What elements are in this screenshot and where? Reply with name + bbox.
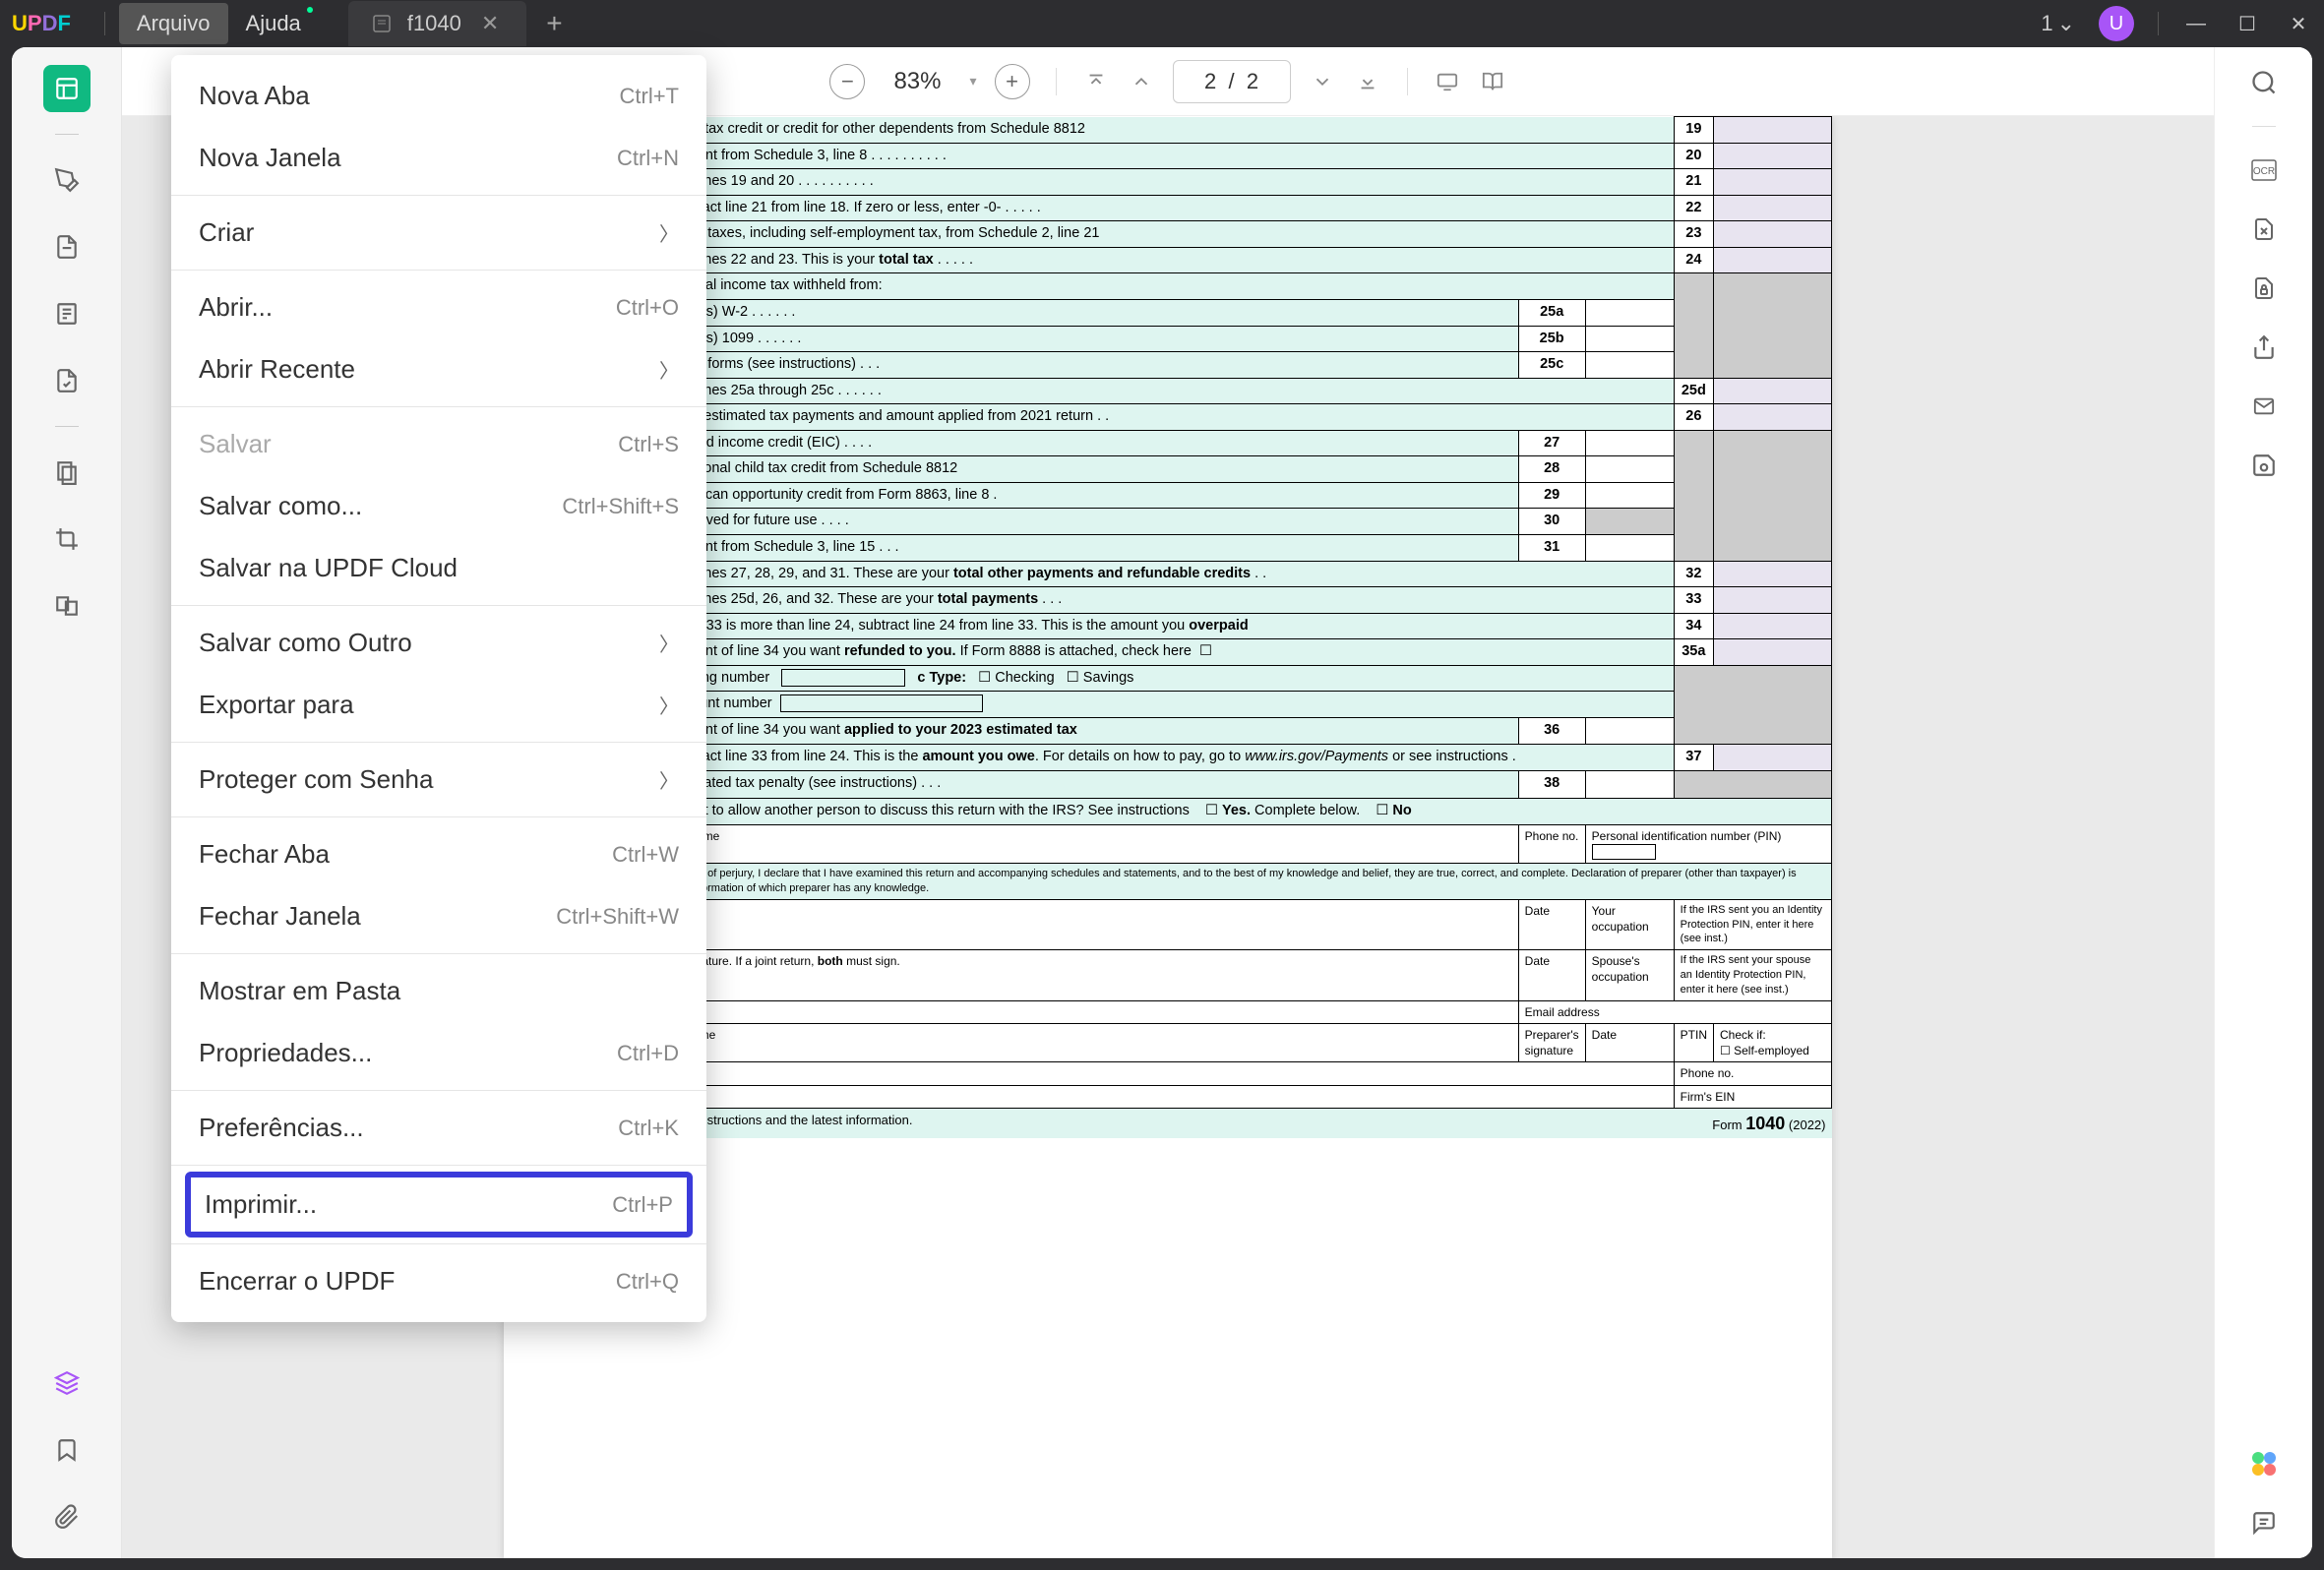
document-tab[interactable]: f1040 ✕ [348, 1, 527, 46]
menu-save-cloud[interactable]: Salvar na UPDF Cloud [171, 537, 706, 599]
right-sidebar: OCR [2214, 47, 2312, 1558]
chevron-right-icon: 〉 [659, 629, 679, 657]
divider [55, 134, 79, 135]
prev-page-icon[interactable] [1128, 68, 1155, 95]
separator [1407, 68, 1408, 95]
app-logo: UPDF [12, 11, 71, 36]
window-controls: 1 ⌄ U — ☐ ✕ [2041, 6, 2312, 41]
next-page-icon[interactable] [1309, 68, 1336, 95]
menu-separator [171, 742, 706, 743]
menu-save-other[interactable]: Salvar como Outro〉 [171, 612, 706, 674]
organize-tool[interactable] [43, 449, 91, 496]
layers-icon[interactable] [43, 1359, 91, 1407]
last-page-icon[interactable] [1354, 68, 1381, 95]
menu-show-folder[interactable]: Mostrar em Pasta [171, 960, 706, 1022]
chevron-down-icon: ⌄ [2057, 11, 2075, 36]
titlebar: UPDF Arquivo Ajuda f1040 ✕ + 1 ⌄ U — ☐ ✕ [0, 0, 2324, 47]
window-count[interactable]: 1 ⌄ [2041, 11, 2075, 36]
menu-new-window[interactable]: Nova JanelaCtrl+N [171, 127, 706, 189]
svg-text:OCR: OCR [2252, 166, 2274, 177]
protect-icon[interactable] [2248, 272, 2280, 304]
convert-tool[interactable] [43, 582, 91, 630]
zoom-out-button[interactable]: − [829, 64, 865, 99]
new-tab-button[interactable]: + [530, 8, 578, 39]
menu-separator [171, 1090, 706, 1091]
compress-icon[interactable] [2248, 213, 2280, 245]
menu-preferences[interactable]: Preferências...Ctrl+K [171, 1097, 706, 1159]
separator [1056, 68, 1057, 95]
menu-separator [171, 406, 706, 407]
divider [104, 12, 105, 35]
chevron-right-icon: 〉 [659, 765, 679, 794]
first-page-icon[interactable] [1082, 68, 1110, 95]
bookmark-icon[interactable] [43, 1426, 91, 1474]
menu-separator [171, 816, 706, 817]
page-tool[interactable] [43, 290, 91, 337]
divider [2252, 126, 2276, 127]
menu-new-tab[interactable]: Nova AbaCtrl+T [171, 65, 706, 127]
close-button[interactable]: ✕ [2285, 12, 2312, 36]
menu-separator [171, 1243, 706, 1244]
menu-help[interactable]: Ajuda [228, 3, 319, 44]
menu-quit[interactable]: Encerrar o UPDFCtrl+Q [171, 1250, 706, 1312]
menu-file[interactable]: Arquivo [119, 3, 228, 44]
menu-export[interactable]: Exportar para〉 [171, 674, 706, 736]
tabs-area: f1040 ✕ + [348, 1, 2042, 46]
zoom-in-button[interactable]: + [995, 64, 1030, 99]
menu-close-tab[interactable]: Fechar AbaCtrl+W [171, 823, 706, 885]
thumbnails-tool[interactable] [43, 65, 91, 112]
menubar: Arquivo Ajuda [119, 3, 319, 44]
menu-print[interactable]: Imprimir...Ctrl+P [185, 1172, 693, 1238]
presentation-icon[interactable] [1434, 68, 1461, 95]
search-icon[interactable] [2248, 67, 2280, 98]
crop-tool[interactable] [43, 515, 91, 563]
forms-tool[interactable] [43, 357, 91, 404]
email-icon[interactable] [2248, 391, 2280, 422]
comment-icon[interactable] [2248, 1507, 2280, 1539]
page-input[interactable]: 2 / 2 [1173, 60, 1291, 103]
save-icon[interactable] [2248, 450, 2280, 481]
tab-title: f1040 [407, 11, 461, 36]
reading-mode-icon[interactable] [1479, 68, 1506, 95]
menu-separator [171, 270, 706, 271]
zoom-value: 83% [883, 68, 951, 95]
menu-create[interactable]: Criar〉 [171, 202, 706, 264]
attachment-icon[interactable] [43, 1493, 91, 1540]
share-icon[interactable] [2248, 332, 2280, 363]
file-dropdown-menu: Nova AbaCtrl+T Nova JanelaCtrl+N Criar〉 … [171, 55, 706, 1322]
menu-save[interactable]: SalvarCtrl+S [171, 413, 706, 475]
menu-properties[interactable]: Propriedades...Ctrl+D [171, 1022, 706, 1084]
menu-separator [171, 1165, 706, 1166]
divider [55, 426, 79, 427]
chevron-right-icon: 〉 [659, 355, 679, 384]
menu-separator [171, 605, 706, 606]
ai-assistant-icon[interactable] [2248, 1448, 2280, 1479]
edit-tool[interactable] [43, 223, 91, 271]
menu-open-recent[interactable]: Abrir Recente〉 [171, 338, 706, 400]
zoom-dropdown-icon[interactable]: ▾ [969, 73, 976, 90]
user-avatar[interactable]: U [2099, 6, 2134, 41]
chevron-right-icon: 〉 [659, 691, 679, 719]
menu-separator [171, 195, 706, 196]
pdf-icon [372, 14, 392, 33]
menu-protect[interactable]: Proteger com Senha〉 [171, 749, 706, 811]
menu-open[interactable]: Abrir...Ctrl+O [171, 276, 706, 338]
maximize-button[interactable]: ☐ [2233, 12, 2261, 36]
annotate-tool[interactable] [43, 156, 91, 204]
left-sidebar [12, 47, 122, 1558]
menu-save-as[interactable]: Salvar como...Ctrl+Shift+S [171, 475, 706, 537]
chevron-right-icon: 〉 [659, 218, 679, 247]
menu-close-window[interactable]: Fechar JanelaCtrl+Shift+W [171, 885, 706, 947]
tab-close-icon[interactable]: ✕ [477, 11, 503, 36]
divider [2158, 12, 2159, 35]
ocr-icon[interactable]: OCR [2248, 154, 2280, 186]
menu-separator [171, 953, 706, 954]
minimize-button[interactable]: — [2182, 13, 2210, 35]
